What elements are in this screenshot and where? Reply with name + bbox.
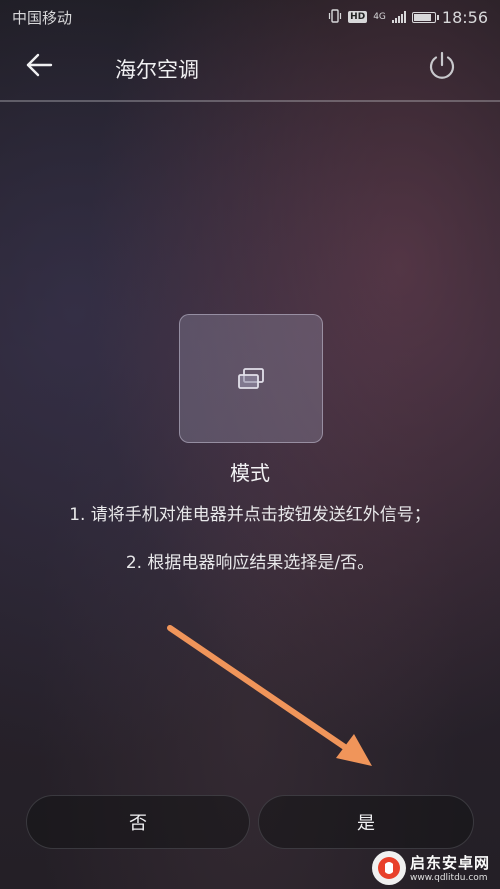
- back-button[interactable]: [22, 48, 56, 82]
- watermark-title: 启东安卓网: [410, 854, 491, 872]
- app-header: 海尔空调: [0, 34, 500, 102]
- annotation-arrow: [167, 625, 372, 766]
- hd-badge: HD: [348, 11, 368, 23]
- clock-time: 18:56: [441, 7, 488, 27]
- power-button[interactable]: [424, 48, 460, 84]
- watermark: 启东安卓网 www.qdlitdu.com: [372, 846, 500, 889]
- status-bar: 中国移动 HD 4G 18:56: [0, 0, 500, 34]
- status-icons: HD 4G 18:56: [328, 8, 488, 27]
- mode-button[interactable]: [179, 314, 323, 443]
- battery-icon: [411, 11, 439, 23]
- watermark-logo-icon: [372, 850, 406, 885]
- vibrate-icon: [328, 8, 342, 26]
- instruction-line-1: 1. 请将手机对准电器并点击按钮发送红外信号；: [69, 505, 431, 525]
- mode-label: 模式: [230, 461, 270, 485]
- signal-icon: [391, 11, 406, 23]
- watermark-text: 启东安卓网 www.qdlitdu.com: [410, 852, 490, 883]
- network-type: 4G: [373, 12, 386, 22]
- arrow-left-icon: [26, 53, 53, 77]
- no-button[interactable]: 否: [26, 795, 250, 849]
- watermark-url: www.qdlitdu.com: [410, 873, 488, 883]
- yes-button[interactable]: 是: [258, 795, 474, 849]
- copy-windows-icon: [238, 367, 264, 389]
- instruction-line-2: 2. 根据电器响应结果选择是/否。: [125, 553, 375, 573]
- page-title: 海尔空调: [115, 58, 199, 82]
- carrier-name: 中国移动: [12, 8, 73, 27]
- power-icon: [429, 51, 455, 79]
